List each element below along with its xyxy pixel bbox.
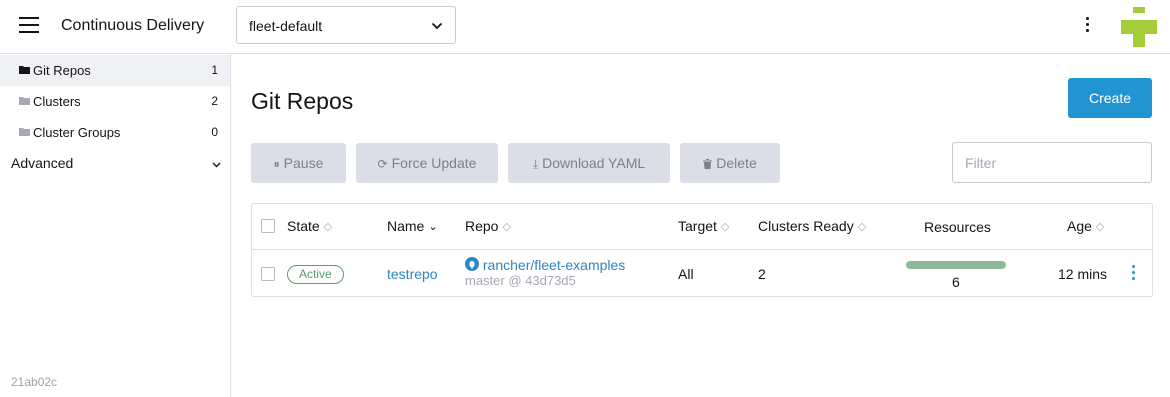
column-header-label: Name <box>387 218 425 234</box>
sort-icon: ◇ <box>502 221 511 233</box>
sidebar-item-git-repos[interactable]: Git Repos 1 <box>0 55 230 86</box>
column-header-clusters-ready[interactable]: Clusters Ready ◇ <box>758 218 866 234</box>
refresh-icon: ⟳ <box>377 157 388 171</box>
hamburger-menu-icon[interactable] <box>19 17 39 35</box>
sort-icon: ◇ <box>323 221 333 233</box>
resources-count: 6 <box>952 274 960 290</box>
download-yaml-label: Download YAML <box>542 155 646 171</box>
page-title: Git Repos <box>251 88 354 114</box>
clusters-ready-value: 2 <box>758 266 766 282</box>
column-header-label: Repo <box>465 218 499 234</box>
column-header-name[interactable]: Name ⌄ <box>387 218 438 234</box>
status-badge: Active <box>287 265 344 284</box>
sidebar-item-label: Git Repos <box>33 63 91 78</box>
repo-branch-commit: master @ 43d73d5 <box>465 273 576 288</box>
app-title: Continuous Delivery <box>61 17 205 34</box>
select-all-checkbox[interactable] <box>261 219 275 233</box>
column-header-label: Age <box>1067 218 1092 234</box>
repo-link[interactable]: rancher/fleet-examples <box>483 257 625 273</box>
sidebar-item-count: 1 <box>211 63 218 77</box>
column-header-label: Resources <box>924 219 991 235</box>
sort-down-icon: ⌄ <box>428 221 438 233</box>
folder-icon <box>19 97 30 105</box>
sort-icon: ◇ <box>857 221 867 233</box>
sidebar-item-label: Cluster Groups <box>33 125 121 140</box>
filter-input[interactable] <box>952 142 1152 183</box>
age-value: 12 mins <box>1058 266 1108 282</box>
sidebar-group-advanced[interactable]: Advanced <box>11 155 223 175</box>
column-header-age[interactable]: Age ◇ <box>1067 218 1104 234</box>
namespace-select[interactable]: fleet-default <box>236 6 456 44</box>
sidebar-group-label: Advanced <box>11 155 74 171</box>
column-header-target[interactable]: Target ◇ <box>678 218 729 234</box>
delete-label: Delete <box>716 155 757 171</box>
github-icon <box>465 257 479 271</box>
force-update-button[interactable]: ⟳ Force Update <box>356 143 498 183</box>
chevron-down-icon <box>431 22 443 30</box>
download-yaml-button[interactable]: ⤓ Download YAML <box>508 143 670 183</box>
pause-icon: ⏸ <box>273 157 280 171</box>
git-repos-table: State ◇ Name ⌄ Repo ◇ Target ◇ Clusters Read… <box>251 203 1153 297</box>
column-header-label: Target <box>678 218 717 234</box>
sidebar-item-clusters[interactable]: Clusters 2 <box>0 86 230 117</box>
pause-label: Pause <box>283 155 324 171</box>
top-header: Continuous Delivery fleet-default <box>0 0 1170 54</box>
folder-icon <box>19 66 30 74</box>
trash-icon <box>703 159 713 169</box>
delete-button[interactable]: Delete <box>680 143 780 183</box>
user-avatar[interactable] <box>1121 7 1157 47</box>
pause-button[interactable]: ⏸ Pause <box>251 143 346 183</box>
row-actions-icon[interactable] <box>1130 265 1136 281</box>
sidebar: Git Repos 1 Clusters 2 Cluster Groups 0 … <box>0 54 231 397</box>
row-checkbox[interactable] <box>261 267 275 281</box>
sidebar-item-count: 2 <box>211 94 218 108</box>
table-row: Active testrepo rancher/fleet-examples m… <box>252 250 1152 297</box>
download-icon: ⤓ <box>532 157 539 171</box>
namespace-value: fleet-default <box>249 18 323 34</box>
sidebar-item-count: 0 <box>211 125 218 139</box>
create-button[interactable]: Create <box>1068 78 1152 118</box>
table-header: State ◇ Name ⌄ Repo ◇ Target ◇ Clusters Read… <box>252 204 1152 250</box>
column-header-label: Clusters Ready <box>758 218 854 234</box>
resources-progress-bar <box>906 261 1006 269</box>
sort-icon: ◇ <box>1095 221 1105 233</box>
column-header-repo[interactable]: Repo ◇ <box>465 218 511 234</box>
sidebar-item-label: Clusters <box>33 94 81 109</box>
more-options-icon[interactable] <box>1082 17 1092 37</box>
sidebar-item-cluster-groups[interactable]: Cluster Groups 0 <box>0 117 230 148</box>
folder-icon <box>19 128 30 136</box>
repo-name-link[interactable]: testrepo <box>387 266 438 282</box>
column-header-resources: Resources <box>924 219 991 235</box>
chevron-down-icon <box>212 162 221 168</box>
version-label: 21ab02c <box>11 375 58 389</box>
force-update-label: Force Update <box>391 155 477 171</box>
column-header-state[interactable]: State ◇ <box>287 218 332 234</box>
sort-icon: ◇ <box>720 221 730 233</box>
repo-cell: rancher/fleet-examples master @ 43d73d5 <box>465 257 625 288</box>
target-value: All <box>678 266 694 282</box>
column-header-label: State <box>287 218 320 234</box>
